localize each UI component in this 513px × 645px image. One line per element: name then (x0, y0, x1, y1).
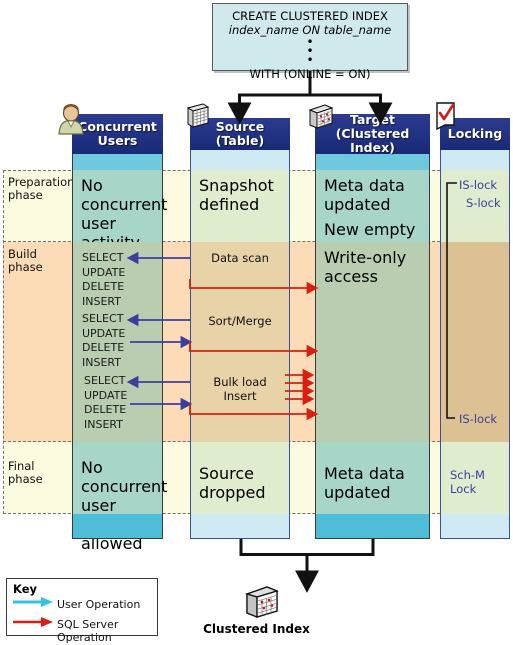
vertical-ellipsis-icon: • • • (306, 35, 314, 67)
target-cell-preparation: Meta data updated New empty index create… (315, 170, 430, 277)
target-column-bottom-cap (315, 514, 430, 539)
phase-label-final: Final phase (8, 459, 43, 486)
create-index-command-box: CREATE CLUSTERED INDEX index_name ON tab… (212, 3, 408, 81)
key-label-user-operation: User Operation (57, 598, 141, 611)
source-stage-label-1: Data scan (211, 251, 269, 265)
user-operation-arrow-icon (13, 597, 53, 607)
command-line-1: CREATE CLUSTERED INDEX (232, 9, 388, 23)
phase-label-preparation: Preparation phase (8, 175, 75, 202)
source-final-text: Source dropped (199, 464, 266, 502)
key-title: Key (13, 582, 38, 596)
lock-label-is-lock-prep: IS-lock (459, 178, 498, 192)
target-cell-final: Meta data updated (315, 442, 430, 514)
phase-label-build: Build phase (8, 247, 43, 274)
band-left-edge (3, 170, 4, 514)
user-ops-group-1: SELECT UPDATE DELETE INSERT (82, 251, 126, 308)
source-cell-build (190, 242, 290, 442)
checklist-icon (432, 100, 460, 136)
source-cell-preparation: Snapshot defined (190, 170, 290, 242)
lock-label-sch-m-lock: Sch-M Lock (450, 468, 485, 496)
source-preparation-text: Snapshot defined (199, 176, 274, 214)
users-final-text: No concurrent user activity allowed (81, 458, 168, 553)
columns-to-result-connector (239, 539, 375, 593)
source-stage-label-3: Bulk load Insert (213, 375, 267, 403)
result-label: Clustered Index (203, 622, 310, 636)
user-ops-group-3: SELECT UPDATE DELETE INSERT (84, 374, 128, 431)
user-icon (56, 103, 86, 139)
users-cell-preparation: No concurrent user activity allowed (72, 170, 167, 271)
users-column-bottom-cap (72, 514, 163, 539)
lock-label-s-lock: S-lock (466, 196, 501, 210)
diagram-root: CREATE CLUSTERED INDEX index_name ON tab… (0, 0, 513, 645)
clustered-index-icon (307, 101, 337, 135)
locking-column-bottom-cap (440, 514, 510, 539)
source-stage-label-2: Sort/Merge (208, 314, 272, 328)
target-cell-build: Write-only access (315, 242, 430, 442)
target-final-text: Meta data updated (324, 464, 405, 502)
table-stack-icon (183, 101, 211, 135)
target-build-text: Write-only access (324, 248, 407, 286)
user-ops-group-2: SELECT UPDATE DELETE INSERT (82, 312, 126, 369)
lock-label-is-lock-build: IS-lock (459, 412, 498, 426)
source-column-bottom-cap (190, 514, 290, 539)
source-cell-final: Source dropped (190, 442, 290, 514)
result-clustered-index-icon (243, 583, 283, 625)
users-cell-final: No concurrent user activity allowed (72, 442, 167, 553)
command-line-3: WITH (ONLINE = ON) (249, 67, 371, 81)
